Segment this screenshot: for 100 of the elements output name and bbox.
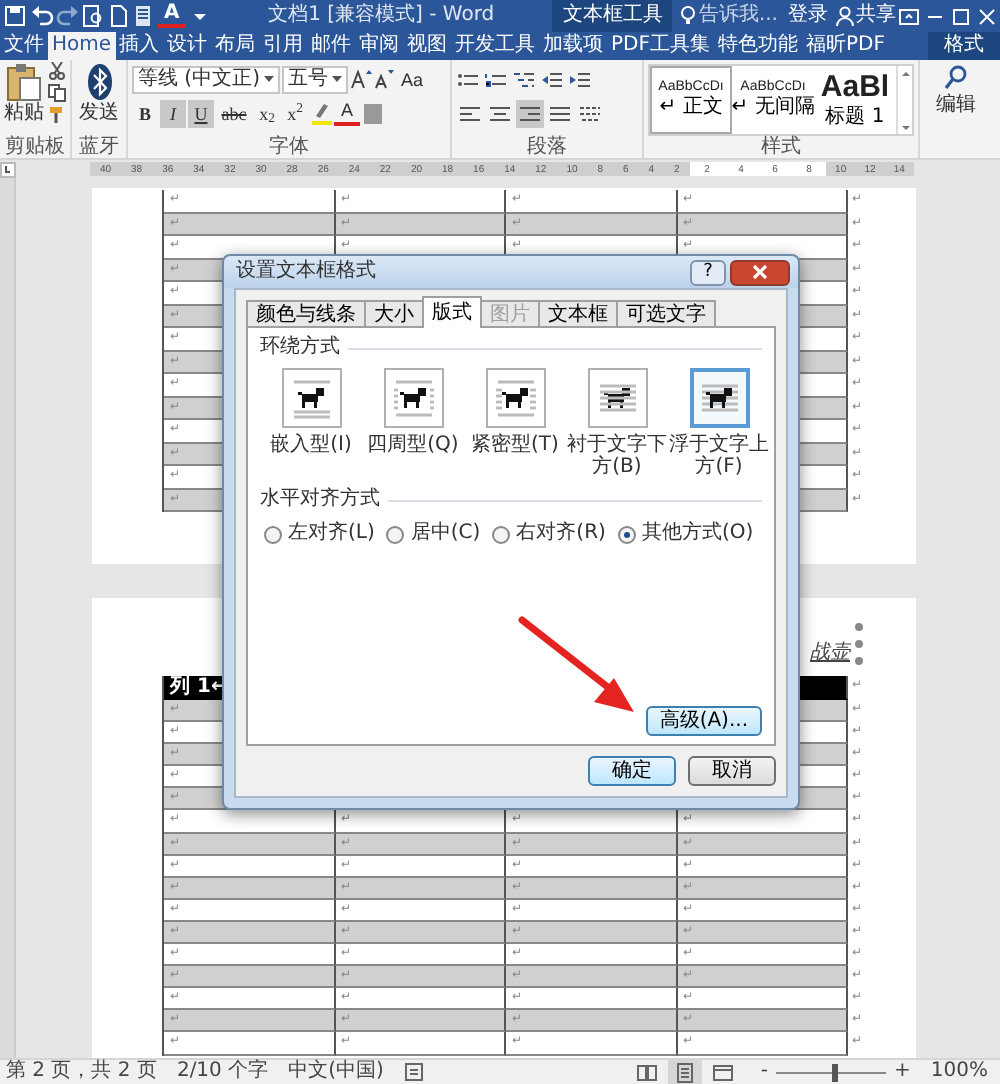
- tell-me-field[interactable]: 告诉我...: [680, 4, 778, 28]
- font-color-button[interactable]: A: [334, 100, 360, 126]
- font-name-field[interactable]: 等线 (中文正): [132, 65, 280, 93]
- dialog-tab[interactable]: 大小: [364, 300, 424, 328]
- shrink-font-icon[interactable]: [373, 68, 394, 90]
- format-button[interactable]: B: [132, 99, 158, 127]
- print-layout-icon: [674, 1061, 697, 1083]
- word-count[interactable]: 2/10 个字: [176, 1060, 269, 1084]
- ribbon-tab[interactable]: Home: [48, 32, 116, 60]
- page-count[interactable]: 第 2 页，共 2 页: [6, 1060, 157, 1084]
- zoom-in-button[interactable]: +: [894, 1062, 911, 1082]
- cancel-button[interactable]: 取消: [688, 756, 776, 786]
- grow-font-icon[interactable]: [349, 68, 372, 90]
- undo-icon[interactable]: [28, 4, 56, 28]
- radio-option[interactable]: 右对齐(R): [492, 522, 606, 546]
- format-button[interactable]: abc: [216, 99, 252, 127]
- dog-icon[interactable]: [383, 368, 443, 428]
- language-indicator[interactable]: 中文(中国): [288, 1060, 384, 1084]
- radio-icon[interactable]: [264, 525, 282, 543]
- dialog-tab[interactable]: 版式: [422, 296, 482, 328]
- ribbon-tab[interactable]: 加载项: [539, 32, 608, 60]
- share-button[interactable]: 共享: [836, 4, 896, 28]
- window-title: 文档1 [兼容模式] - Word: [266, 4, 497, 28]
- character-shading-icon[interactable]: [362, 101, 384, 125]
- dog-icon[interactable]: [689, 368, 749, 428]
- ribbon-tab[interactable]: 文件: [0, 32, 48, 60]
- restore-icon[interactable]: [948, 4, 974, 28]
- view-button[interactable]: [668, 1060, 703, 1084]
- ribbon-tab[interactable]: 插入: [115, 32, 164, 60]
- advanced-button[interactable]: 高级(A)...: [645, 706, 762, 736]
- radio-option[interactable]: 其他方式(O): [617, 522, 754, 546]
- group-label: 蓝牙: [77, 136, 121, 158]
- ribbon-tab[interactable]: 引用: [259, 32, 308, 60]
- font-color-button[interactable]: A: [158, 4, 186, 28]
- send-button[interactable]: 发送: [76, 62, 122, 136]
- radio-icon[interactable]: [386, 525, 405, 543]
- scroll-up-icon[interactable]: [898, 66, 914, 82]
- dog-icon[interactable]: [281, 368, 341, 428]
- ribbon-tab[interactable]: 开发工具: [451, 32, 540, 60]
- highlighter-icon[interactable]: [310, 101, 332, 125]
- dialog-tab[interactable]: 可选文字: [616, 300, 716, 328]
- ribbon-tab[interactable]: 格式: [928, 32, 1000, 60]
- text-box-content: 战壶: [810, 642, 850, 666]
- format-button[interactable]: U: [188, 99, 214, 127]
- ribbon-tab[interactable]: 审阅: [355, 32, 404, 60]
- format-button[interactable]: I: [160, 99, 186, 127]
- redo-icon[interactable]: [56, 4, 80, 28]
- ribbon-tab[interactable]: 视图: [403, 32, 452, 60]
- dialog-tab[interactable]: 颜色与线条: [246, 300, 366, 328]
- alignment-button[interactable]: [516, 99, 544, 127]
- zoom-slider-thumb[interactable]: [831, 1063, 838, 1081]
- scissors-icon[interactable]: [48, 62, 66, 80]
- close-button[interactable]: [730, 259, 790, 285]
- paste-button[interactable]: 粘贴: [4, 62, 44, 136]
- radio-option[interactable]: 居中(C): [386, 522, 481, 546]
- radio-option[interactable]: 左对齐(L): [264, 522, 375, 546]
- ribbon-tab[interactable]: 特色功能: [714, 32, 803, 60]
- bullets-icon[interactable]: [456, 69, 482, 89]
- dog-icon[interactable]: [587, 368, 647, 428]
- radio-icon[interactable]: [492, 525, 511, 543]
- help-button[interactable]: ?: [690, 259, 726, 285]
- font-size-field[interactable]: 五号: [281, 65, 348, 93]
- search-icon: [942, 62, 970, 94]
- radio-icon[interactable]: [617, 525, 636, 543]
- print-preview-icon[interactable]: [80, 4, 106, 28]
- copy-icon[interactable]: [48, 84, 66, 102]
- wrap-style-label: 四周型(Q): [365, 434, 461, 456]
- new-document-icon[interactable]: [106, 4, 130, 28]
- resize-handles-drawing[interactable]: [854, 622, 864, 666]
- ribbon-tab[interactable]: 福昕PDF: [802, 32, 889, 60]
- change-case-button[interactable]: Aa: [395, 65, 428, 93]
- zoom-percent[interactable]: 100%: [930, 1060, 988, 1084]
- sign-in-link[interactable]: 登录: [788, 4, 828, 28]
- tab-selector-icon[interactable]: [0, 161, 16, 177]
- decrease-indent-icon[interactable]: [540, 69, 566, 89]
- ribbon-tab[interactable]: 设计: [163, 32, 212, 60]
- save-icon[interactable]: [0, 4, 28, 28]
- caret-icon: [263, 75, 274, 83]
- ribbon-tab[interactable]: 邮件: [307, 32, 356, 60]
- distributed-icon: [578, 103, 602, 123]
- multilevel-list-icon[interactable]: [512, 69, 538, 89]
- dialog-tab[interactable]: 文本框: [538, 300, 618, 328]
- close-icon[interactable]: [974, 4, 1000, 28]
- caret-icon: [331, 75, 342, 83]
- page-layout-icon[interactable]: [130, 4, 154, 28]
- format-button[interactable]: x$^{2}$: [282, 99, 308, 127]
- ribbon-options-icon[interactable]: [896, 4, 922, 28]
- align-left-icon: [458, 103, 482, 123]
- ok-button[interactable]: 确定: [588, 756, 676, 786]
- format-button[interactable]: x$_{2}$: [254, 99, 280, 127]
- ribbon-tab[interactable]: PDF工具集: [607, 32, 715, 60]
- group-label: 字体: [267, 136, 311, 158]
- paintbrush-icon[interactable]: [48, 106, 66, 124]
- increase-indent-icon[interactable]: [568, 69, 594, 89]
- editing-button[interactable]: 编辑: [924, 62, 988, 158]
- zoom-out-button[interactable]: -: [760, 1062, 769, 1082]
- ribbon-tab[interactable]: 布局: [211, 32, 260, 60]
- wrap-style-label: 衬于文字下方(B): [566, 434, 668, 478]
- numbering-icon[interactable]: [484, 69, 510, 89]
- dog-icon[interactable]: [485, 368, 545, 428]
